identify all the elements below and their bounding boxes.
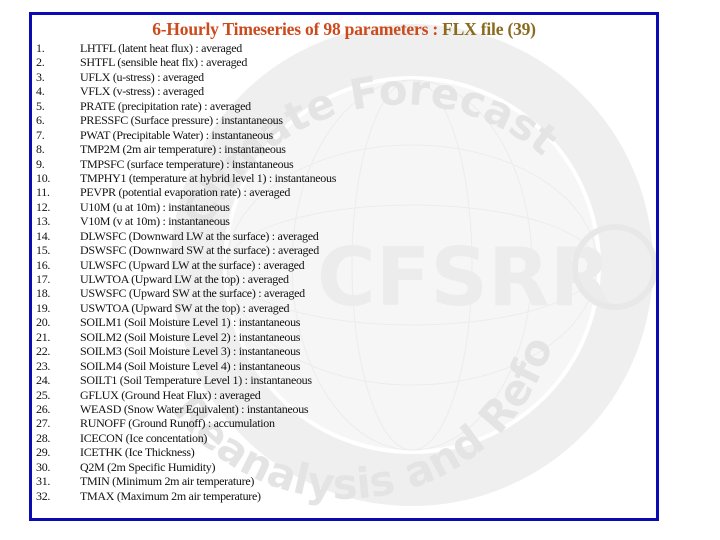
parameter-number: 2. — [36, 55, 45, 70]
parameter-number: 30. — [36, 459, 51, 474]
parameter-description: ICETHK (Ice Thickness) — [80, 445, 195, 460]
parameter-number: 4. — [36, 84, 45, 99]
parameter-description: WEASD (Snow Water Equivalent) : instanta… — [80, 401, 309, 416]
parameter-number: 9. — [36, 156, 45, 171]
parameter-number: 14. — [36, 228, 51, 243]
nws-seal-icon — [572, 224, 656, 310]
parameter-description: GFLUX (Ground Heat Flux) : averaged — [80, 387, 261, 402]
parameter-description: TMIN (Minimum 2m air temperature) — [80, 474, 255, 489]
parameter-number: 26. — [36, 401, 51, 416]
parameter-description: LHTFL (latent heat flux) : averaged — [80, 41, 242, 55]
parameter-number: 12. — [36, 199, 51, 214]
parameter-description: PWAT (Precipitable Water) : instantaneou… — [80, 127, 273, 142]
parameter-description: DSWSFC (Downward SW at the surface) : av… — [80, 243, 319, 258]
parameter-number: 16. — [36, 257, 51, 272]
parameter-description: TMP2M (2m air temperature) : instantaneo… — [80, 142, 286, 157]
parameter-number: 29. — [36, 445, 51, 460]
watermark-center-text: CFSRR — [317, 231, 611, 324]
page-title: 6-Hourly Timeseries of 98 parameters : F… — [32, 19, 656, 40]
parameter-description: TMPSFC (surface temperature) : instantan… — [80, 156, 294, 171]
parameter-number: 7. — [36, 127, 45, 142]
parameter-number: 13. — [36, 214, 51, 229]
parameter-number: 17. — [36, 272, 51, 286]
parameter-number: 23. — [36, 358, 51, 373]
parameter-description: TMPHY1 (temperature at hybrid level 1) :… — [80, 170, 337, 185]
parameter-number: 11. — [36, 185, 50, 200]
parameter-number: 20. — [36, 315, 51, 330]
parameter-description: UFLX (u-stress) : averaged — [80, 69, 204, 84]
parameter-number: 1. — [36, 41, 45, 55]
parameter-description: USWSFC (Upward SW at the surface) : aver… — [80, 286, 305, 301]
parameter-description: SHTFL (sensible heat flx) : averaged — [80, 55, 248, 70]
parameter-description: TMAX (Maximum 2m air temperature) — [80, 488, 261, 503]
parameter-description: SOILM3 (Soil Moisture Level 3) : instant… — [80, 344, 301, 359]
parameter-description: V10M (v at 10m) : instantaneous — [80, 214, 230, 229]
parameter-description: VFLX (v-stress) : averaged — [80, 84, 204, 99]
parameter-description: U10M (u at 10m) : instantaneous — [80, 199, 230, 214]
slide-frame: Climate Forecast System Reanalysis and R… — [29, 12, 659, 521]
parameter-number: 6. — [36, 113, 45, 128]
parameter-number: 31. — [36, 474, 51, 489]
parameter-number: 28. — [36, 430, 51, 445]
parameter-description: SOILM2 (Soil Moisture Level 2) : instant… — [80, 329, 301, 344]
parameter-description: ULWTOA (Upward LW at the top) : averaged — [80, 272, 289, 286]
parameter-description: ULWSFC (Upward LW at the surface) : aver… — [80, 257, 305, 272]
parameter-number: 27. — [36, 416, 51, 431]
parameter-number: 25. — [36, 387, 51, 402]
parameter-description: SOILM4 (Soil Moisture Level 4) : instant… — [80, 358, 301, 373]
parameter-description: SOILM1 (Soil Moisture Level 1) : instant… — [80, 315, 301, 330]
parameter-description: SOILT1 (Soil Temperature Level 1) : inst… — [80, 373, 312, 388]
parameter-description: Q2M (2m Specific Humidity) — [80, 459, 216, 474]
parameter-description: PRESSFC (Surface pressure) : instantaneo… — [80, 113, 283, 128]
parameter-description: DLWSFC (Downward LW at the surface) : av… — [80, 228, 319, 243]
parameter-number: 18. — [36, 286, 51, 301]
parameter-number: 21. — [36, 329, 51, 344]
parameter-number: 3. — [36, 69, 45, 84]
parameter-description: RUNOFF (Ground Runoff) : accumulation — [80, 416, 275, 431]
parameter-description: PRATE (precipitation rate) : averaged — [80, 98, 251, 113]
parameter-number: 10. — [36, 170, 51, 185]
parameter-description: PEVPR (potential evaporation rate) : ave… — [80, 185, 291, 200]
title-main: 6-Hourly Timeseries of 98 parameters : — [152, 19, 443, 39]
parameter-number: 8. — [36, 142, 45, 157]
title-file-label: FLX file (39) — [442, 19, 536, 39]
parameter-number: 24. — [36, 373, 51, 388]
parameter-number: 15. — [36, 243, 51, 258]
parameter-number: 5. — [36, 98, 45, 113]
parameter-description: USWTOA (Upward SW at the top) : averaged — [80, 300, 290, 315]
parameter-number: 19. — [36, 300, 51, 315]
parameter-number: 22. — [36, 344, 51, 359]
parameter-description: ICECON (Ice concentation) — [80, 430, 208, 445]
parameter-number: 32. — [36, 488, 51, 503]
